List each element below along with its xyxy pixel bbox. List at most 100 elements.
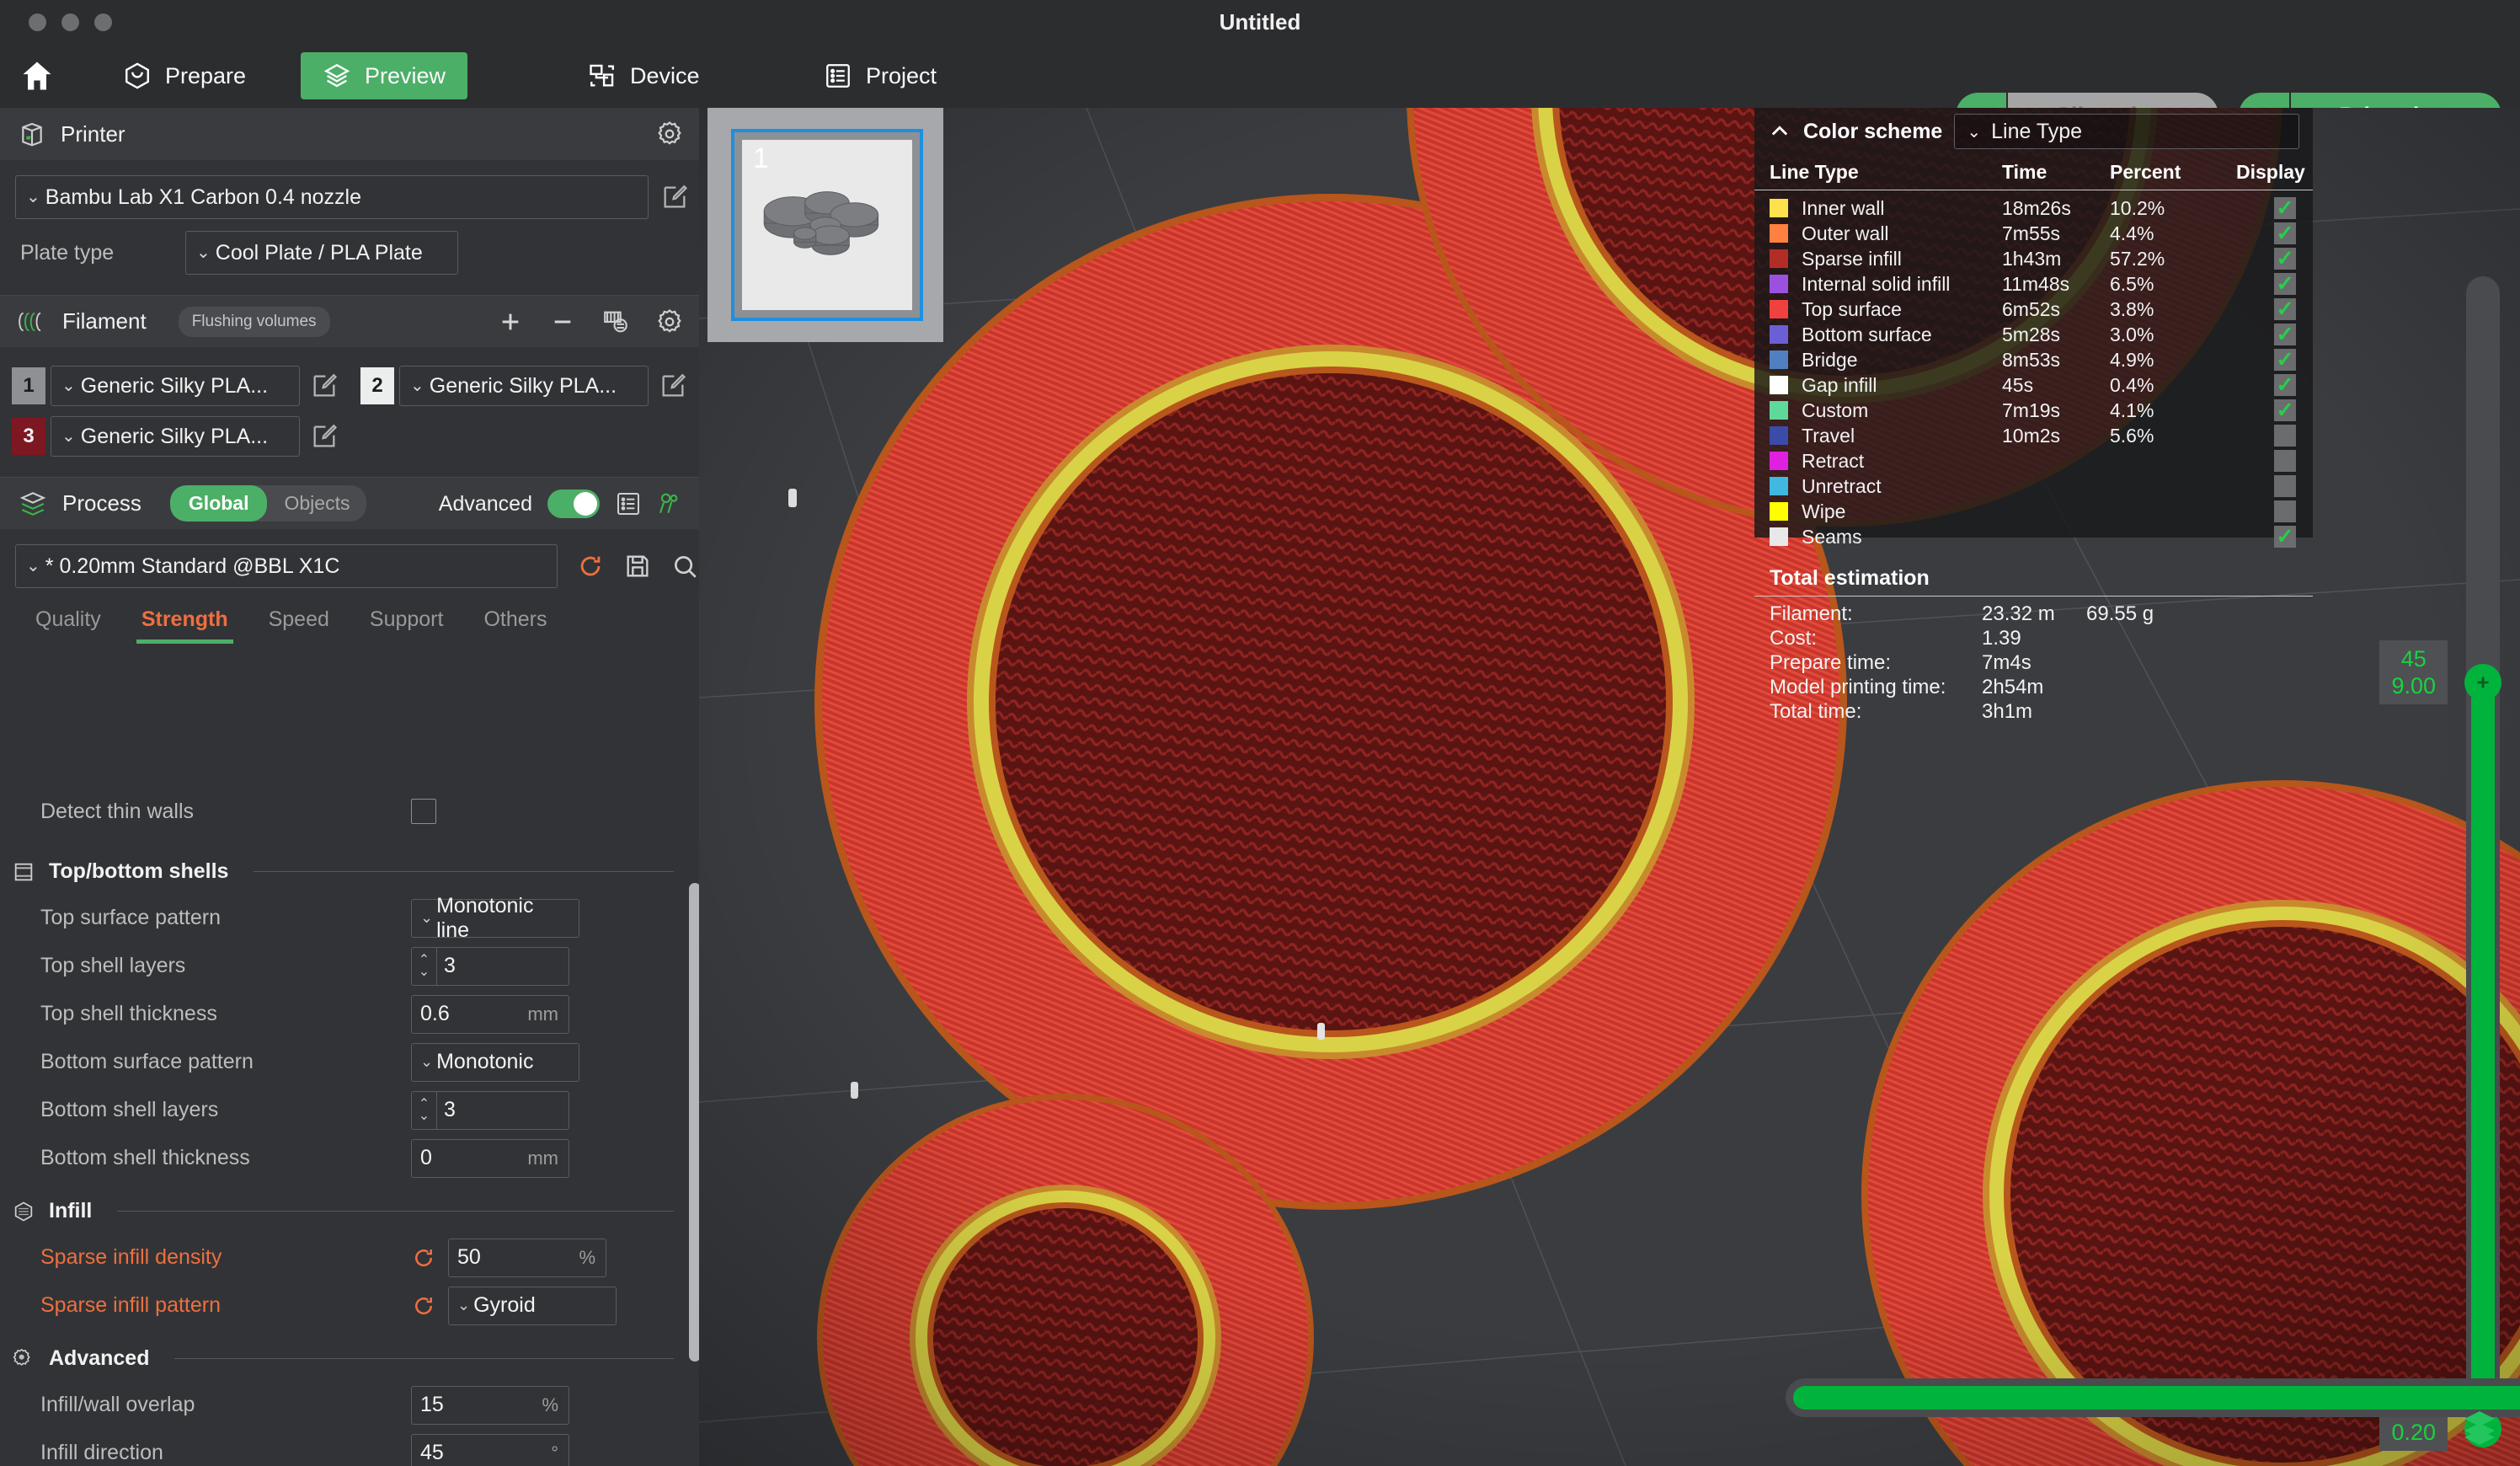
top-surface-pattern-select[interactable]: ⌄ Monotonic line [411,894,579,942]
edit-filament-2-icon[interactable] [659,372,687,400]
legend-row[interactable]: Travel 10m2s 5.6% [1754,423,2313,448]
filament-index-1[interactable]: 1 [12,367,45,404]
tab-quality[interactable]: Quality [15,607,121,644]
scope-objects-button[interactable]: Objects [267,485,366,522]
stepper-arrows[interactable]: ⌃ ⌄ [412,1090,437,1130]
plate-type-select[interactable]: ⌄ Cool Plate / PLA Plate [185,231,458,275]
legend-row[interactable]: Seams [1754,524,2313,549]
legend-display-checkbox[interactable] [2274,248,2296,270]
legend-row[interactable]: Unretract [1754,474,2313,499]
detect-thin-walls-checkbox[interactable] [411,799,436,824]
top-shell-thickness-input[interactable]: 0.6 mm [411,994,569,1034]
legend-display-checkbox[interactable] [2274,526,2296,548]
tab-preview[interactable]: Preview [301,52,468,99]
edit-filament-3-icon[interactable] [310,422,339,451]
legend-display-checkbox[interactable] [2274,222,2296,244]
flushing-volumes-button[interactable]: Flushing volumes [178,306,330,337]
bottom-shell-layers-stepper[interactable]: ⌃ ⌄ 3 [411,1090,569,1130]
revert-sparse-infill-pattern-icon[interactable] [411,1293,440,1319]
top-shell-layers-stepper[interactable]: ⌃ ⌄ 3 [411,946,569,986]
filament-select-1[interactable]: ⌄ Generic Silky PLA... [51,366,300,406]
legend-display-checkbox[interactable] [2274,425,2296,447]
legend-row[interactable]: Wipe [1754,499,2313,524]
stepper-arrows[interactable]: ⌃ ⌄ [412,946,437,986]
tab-others[interactable]: Others [463,607,567,644]
tab-device[interactable]: Device [566,52,722,99]
edit-printer-icon[interactable] [660,183,689,211]
legend-display-checkbox[interactable] [2274,298,2296,320]
bottom-shell-thickness-input[interactable]: 0 mm [411,1138,569,1178]
legend-row[interactable]: Bridge 8m53s 4.9% [1754,347,2313,372]
process-scope-toggle[interactable]: Global Objects [169,485,367,522]
preview-viewport[interactable]: 1 Color scheme ⌄ Line Type Line Type Tim… [699,108,2520,1466]
tab-prepare[interactable]: Prepare [101,52,268,99]
filament-index-3[interactable]: 3 [12,418,45,455]
plate-type-row: Plate type ⌄ Cool Plate / PLA Plate [0,219,699,275]
tab-project[interactable]: Project [802,52,958,99]
scope-global-button[interactable]: Global [169,485,268,522]
process-layers-icon [19,491,46,516]
tab-strength[interactable]: Strength [121,607,248,644]
sparse-infill-pattern-select[interactable]: ⌄ Gyroid [448,1286,617,1325]
plate-thumbnail-selected[interactable]: 1 [731,129,923,321]
compare-presets-icon[interactable] [657,490,684,517]
layers-view-toggle[interactable] [2459,1406,2500,1451]
legend-row[interactable]: Custom 7m19s 4.1% [1754,398,2313,423]
filament-select-2[interactable]: ⌄ Generic Silky PLA... [399,366,649,406]
legend-row[interactable]: Top surface 6m52s 3.8% [1754,297,2313,322]
search-preset-icon[interactable] [670,552,699,581]
plate-thumbnail[interactable]: 1 [707,108,943,342]
printer-settings-gear-icon[interactable] [655,120,684,148]
home-button[interactable] [13,52,61,99]
legend-row[interactable]: Gap infill 45s 0.4% [1754,372,2313,398]
ams-icon[interactable] [601,308,630,336]
legend-display-checkbox[interactable] [2274,324,2296,345]
layer-slider-upper-handle[interactable] [2464,664,2501,701]
filament-index-2[interactable]: 2 [360,367,394,404]
save-preset-icon[interactable] [623,552,652,581]
printer-section-title: Printer [61,120,125,147]
legend-display-checkbox[interactable] [2274,500,2296,522]
collapse-chevron-up-icon[interactable] [1768,120,1791,143]
legend-row[interactable]: Internal solid infill 11m48s 6.5% [1754,271,2313,297]
legend-row[interactable]: Bottom surface 5m28s 3.0% [1754,322,2313,347]
moves-slider[interactable]: 11012 [1786,1378,2520,1417]
legend-percent: 0.4% [2110,373,2154,396]
setting-sparse-infill-density: Sparse infill density 50 % [0,1233,699,1281]
revert-sparse-infill-density-icon[interactable] [411,1245,440,1271]
legend-row[interactable]: Sparse infill 1h43m 57.2% [1754,246,2313,271]
legend-display-checkbox[interactable] [2274,450,2296,472]
reset-preset-icon[interactable] [576,552,605,581]
filament-select-3[interactable]: ⌄ Generic Silky PLA... [51,416,300,457]
add-filament-icon[interactable] [497,308,524,335]
legend-display-checkbox[interactable] [2274,374,2296,396]
legend-name: Bridge [1802,348,1858,371]
legend-display-checkbox[interactable] [2274,349,2296,371]
legend-display-checkbox[interactable] [2274,475,2296,497]
legend-percent: 4.9% [2110,348,2154,371]
sparse-infill-density-input[interactable]: 50 % [448,1238,606,1277]
parameter-list-icon[interactable] [615,490,642,517]
tab-support[interactable]: Support [350,607,464,644]
filament-settings-gear-icon[interactable] [655,308,684,336]
color-scheme-mode-select[interactable]: ⌄ Line Type [1954,114,2299,149]
process-preset-select[interactable]: ⌄ * 0.20mm Standard @BBL X1C [15,544,558,588]
layer-slider-fill [2471,686,2495,1447]
legend-display-checkbox[interactable] [2274,197,2296,219]
legend-display-checkbox[interactable] [2274,273,2296,295]
tab-device-label: Device [630,62,700,88]
bottom-surface-pattern-select[interactable]: ⌄ Monotonic [411,1042,579,1082]
advanced-toggle[interactable] [547,490,600,518]
legend-row[interactable]: Inner wall 18m26s 10.2% [1754,195,2313,221]
layer-slider[interactable]: 45 9.00 1 0.20 [2379,276,2501,1451]
tab-speed[interactable]: Speed [248,607,350,644]
printer-preset-select[interactable]: ⌄ Bambu Lab X1 Carbon 0.4 nozzle [15,175,649,219]
infill-wall-overlap-input[interactable]: 15 % [411,1385,569,1425]
remove-filament-icon[interactable] [549,308,576,335]
infill-direction-input[interactable]: 45 ° [411,1433,569,1466]
legend-row[interactable]: Outer wall 7m55s 4.4% [1754,221,2313,246]
legend-display-checkbox[interactable] [2274,399,2296,421]
chevron-down-icon: ⌄ [420,1053,434,1070]
edit-filament-1-icon[interactable] [310,372,339,400]
legend-row[interactable]: Retract [1754,448,2313,474]
